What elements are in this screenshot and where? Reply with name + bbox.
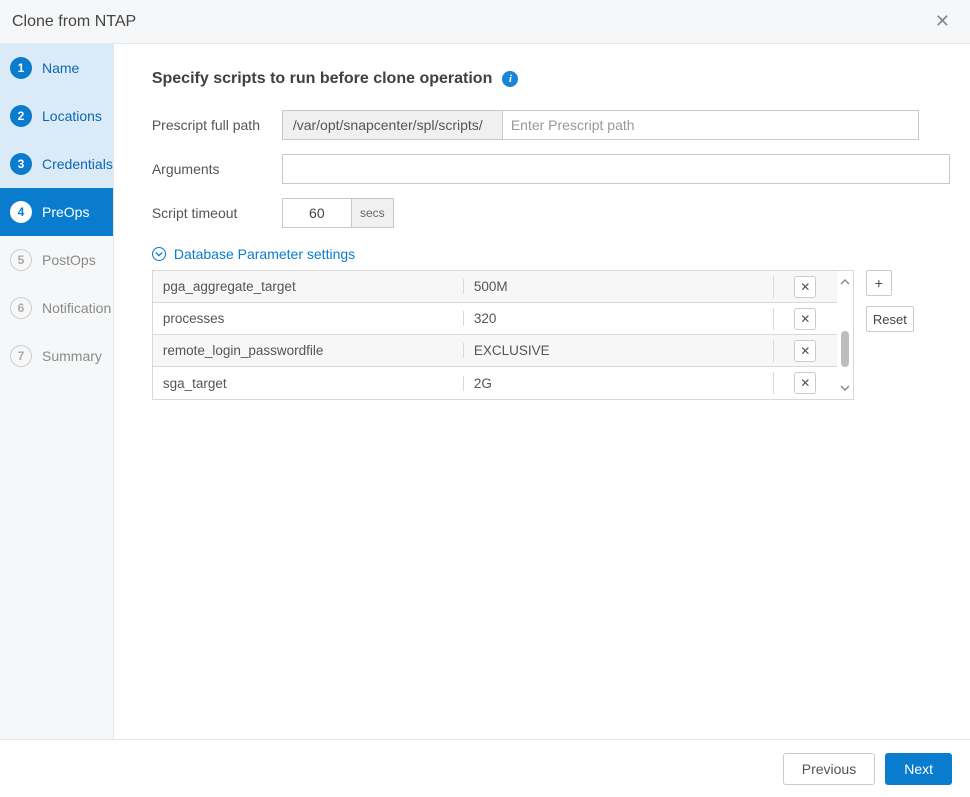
step-notification[interactable]: 6 Notification <box>0 284 113 332</box>
step-label: Locations <box>42 108 102 124</box>
arguments-input[interactable] <box>282 154 950 184</box>
table-scrollbar[interactable] <box>837 271 853 399</box>
table-row: sga_target 2G ✕ <box>153 367 837 399</box>
chevron-down-icon <box>152 247 166 261</box>
table-row: pga_aggregate_target 500M ✕ <box>153 271 837 303</box>
scroll-down-icon <box>840 383 850 393</box>
step-number-badge: 2 <box>10 105 32 127</box>
next-button[interactable]: Next <box>885 753 952 785</box>
delete-row-button[interactable]: ✕ <box>794 372 816 394</box>
dialog-title: Clone from NTAP <box>12 13 136 31</box>
param-value[interactable]: 2G <box>463 376 773 391</box>
step-summary[interactable]: 7 Summary <box>0 332 113 380</box>
step-number-badge: 4 <box>10 201 32 223</box>
step-label: Summary <box>42 348 102 364</box>
section-title: Specify scripts to run before clone oper… <box>152 70 950 88</box>
wizard-steps-sidebar: 1 Name 2 Locations 3 Credentials 4 PreOp… <box>0 44 114 739</box>
db-params-header-text: Database Parameter settings <box>174 246 355 262</box>
section-title-text: Specify scripts to run before clone oper… <box>152 70 493 88</box>
step-label: Notification <box>42 300 111 316</box>
step-postops[interactable]: 5 PostOps <box>0 236 113 284</box>
step-locations[interactable]: 2 Locations <box>0 92 113 140</box>
db-params-table: pga_aggregate_target 500M ✕ processes 32… <box>152 270 854 400</box>
previous-button[interactable]: Previous <box>783 753 875 785</box>
step-number-badge: 7 <box>10 345 32 367</box>
param-name: pga_aggregate_target <box>153 279 463 294</box>
dialog-footer: Previous Next <box>0 739 970 797</box>
table-row: remote_login_passwordfile EXCLUSIVE ✕ <box>153 335 837 367</box>
step-number-badge: 5 <box>10 249 32 271</box>
step-label: Name <box>42 60 79 76</box>
prescript-input[interactable] <box>502 110 919 140</box>
timeout-input[interactable] <box>282 198 352 228</box>
param-value[interactable]: 500M <box>463 279 773 294</box>
step-number-badge: 3 <box>10 153 32 175</box>
prescript-row: Prescript full path /var/opt/snapcenter/… <box>152 110 950 140</box>
prescript-label: Prescript full path <box>152 117 282 133</box>
timeout-row: Script timeout secs <box>152 198 950 228</box>
reset-params-button[interactable]: Reset <box>866 306 914 332</box>
param-name: sga_target <box>153 376 463 391</box>
step-label: Credentials <box>42 156 113 172</box>
step-label: PostOps <box>42 252 96 268</box>
step-label: PreOps <box>42 204 89 220</box>
table-row: processes 320 ✕ <box>153 303 837 335</box>
param-name: processes <box>153 311 463 326</box>
param-name: remote_login_passwordfile <box>153 343 463 358</box>
add-param-button[interactable]: + <box>866 270 892 296</box>
arguments-label: Arguments <box>152 161 282 177</box>
timeout-label: Script timeout <box>152 205 282 221</box>
info-icon[interactable]: i <box>502 71 518 87</box>
param-value[interactable]: 320 <box>463 311 773 326</box>
step-credentials[interactable]: 3 Credentials <box>0 140 113 188</box>
delete-row-button[interactable]: ✕ <box>794 308 816 330</box>
db-params-toggle[interactable]: Database Parameter settings <box>152 246 950 262</box>
delete-row-button[interactable]: ✕ <box>794 340 816 362</box>
param-value[interactable]: EXCLUSIVE <box>463 343 773 358</box>
scroll-up-icon <box>840 277 850 287</box>
delete-row-button[interactable]: ✕ <box>794 276 816 298</box>
step-number-badge: 6 <box>10 297 32 319</box>
dialog-header: Clone from NTAP ✕ <box>0 0 970 44</box>
close-icon[interactable]: ✕ <box>931 7 954 36</box>
timeout-unit: secs <box>352 198 394 228</box>
prescript-prefix: /var/opt/snapcenter/spl/scripts/ <box>282 110 502 140</box>
step-number-badge: 1 <box>10 57 32 79</box>
step-name[interactable]: 1 Name <box>0 44 113 92</box>
arguments-row: Arguments <box>152 154 950 184</box>
step-preops[interactable]: 4 PreOps <box>0 188 113 236</box>
scroll-thumb[interactable] <box>841 331 849 367</box>
content-area: Specify scripts to run before clone oper… <box>114 44 970 739</box>
